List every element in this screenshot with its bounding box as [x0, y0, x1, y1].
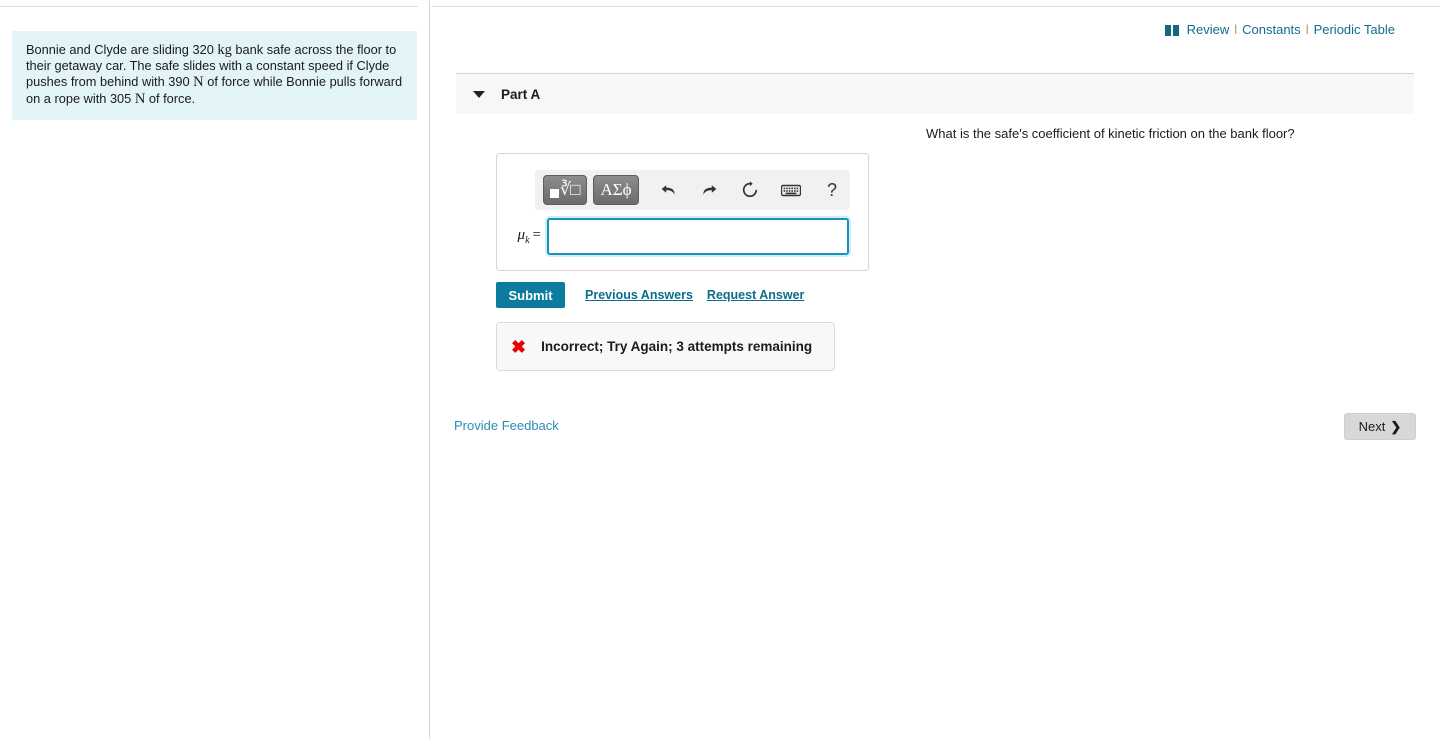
redo-icon-svg: [702, 185, 716, 195]
template-square-glyph: [549, 188, 559, 198]
next-button[interactable]: Next ❯: [1344, 413, 1416, 440]
unit-kilogram: kg: [217, 42, 232, 58]
book-icon: [1164, 25, 1180, 36]
greek-symbols-button[interactable]: ΑΣϕ: [593, 175, 639, 205]
previous-answers-link[interactable]: Previous Answers: [585, 288, 693, 302]
submit-button[interactable]: Submit: [496, 282, 565, 308]
answer-pane: Review l Constants l Periodic Table Part…: [430, 0, 1440, 739]
problem-statement: Bonnie and Clyde are sliding 320 kg bank…: [12, 31, 417, 120]
keyboard-icon-svg: [781, 184, 801, 196]
part-a-header[interactable]: Part A: [456, 73, 1414, 114]
feedback-message: Incorrect; Try Again; 3 attempts remaini…: [541, 339, 813, 354]
part-a-label: Part A: [501, 86, 541, 102]
answer-input-row: μk =: [497, 218, 870, 255]
unit-newton-2: N: [134, 90, 146, 107]
keyboard-icon[interactable]: [774, 175, 808, 205]
chevron-right-icon: ❯: [1390, 418, 1402, 434]
equals-sign: =: [532, 227, 541, 243]
math-template-button[interactable]: ∛□: [543, 175, 587, 205]
variable-symbol: μ: [517, 227, 526, 243]
utility-separator-2: l: [1305, 22, 1309, 37]
question-text: What is the safe's coefficient of kineti…: [926, 126, 1295, 141]
review-link[interactable]: Review: [1187, 22, 1230, 37]
undo-icon[interactable]: [651, 175, 685, 205]
feedback-box: ✖ Incorrect; Try Again; 3 attempts remai…: [496, 322, 835, 371]
help-icon[interactable]: ?: [815, 175, 849, 205]
caret-down-icon[interactable]: [473, 90, 485, 98]
answer-entry-card: ∛□ ΑΣϕ ? μk =: [496, 153, 869, 271]
answer-input[interactable]: [547, 218, 849, 255]
provide-feedback-link[interactable]: Provide Feedback: [454, 418, 559, 433]
problem-text-4: of force.: [145, 90, 196, 106]
redo-icon[interactable]: [692, 175, 726, 205]
reset-icon-svg: [742, 181, 758, 198]
request-answer-link[interactable]: Request Answer: [707, 288, 804, 302]
utility-separator-1: l: [1234, 22, 1238, 37]
problem-text-1: Bonnie and Clyde are sliding 320: [26, 42, 218, 57]
variable-subscript: k: [525, 235, 530, 246]
utility-links-bar: Review l Constants l Periodic Table: [1164, 22, 1395, 37]
periodic-table-link[interactable]: Periodic Table: [1314, 22, 1395, 37]
unit-newton-1: N: [193, 74, 204, 91]
red-x-icon: ✖: [511, 336, 527, 357]
variable-label: μk =: [497, 227, 541, 246]
submit-row: Submit Previous Answers Request Answer: [496, 282, 804, 308]
reset-icon[interactable]: [733, 175, 767, 205]
math-toolbar: ∛□ ΑΣϕ ?: [535, 170, 850, 210]
problem-pane: Bonnie and Clyde are sliding 320 kg bank…: [0, 0, 429, 739]
next-button-label: Next: [1358, 419, 1386, 434]
undo-icon-svg: [661, 185, 675, 195]
constants-link[interactable]: Constants: [1242, 22, 1301, 37]
